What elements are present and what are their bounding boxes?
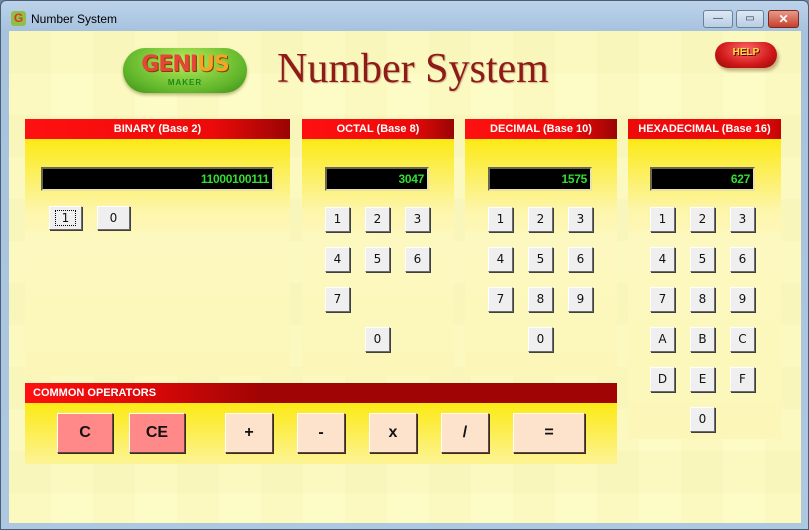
hex-key-3[interactable]: 3: [730, 207, 755, 232]
hex-key-8[interactable]: 8: [690, 287, 715, 312]
decimal-panel: DECIMAL (Base 10) 1575 1 2 3 4 5 6 7 8 9…: [465, 119, 617, 376]
multiply-button[interactable]: x: [369, 413, 417, 453]
operators-panel-title: COMMON OPERATORS: [25, 383, 617, 403]
hex-key-b[interactable]: B: [690, 327, 715, 352]
hexadecimal-display: 627: [650, 167, 755, 191]
binary-panel-title: BINARY (Base 2): [25, 119, 290, 139]
title-bar[interactable]: G Number System — ▭ ✕: [1, 1, 808, 31]
hex-key-d[interactable]: D: [650, 367, 675, 392]
octal-key-4[interactable]: 4: [325, 247, 350, 272]
decimal-key-0[interactable]: 0: [528, 327, 553, 352]
octal-display: 3047: [325, 167, 429, 191]
octal-key-7[interactable]: 7: [325, 287, 350, 312]
decimal-display: 1575: [488, 167, 592, 191]
clear-button[interactable]: C: [57, 413, 113, 453]
octal-key-6[interactable]: 6: [405, 247, 430, 272]
decimal-panel-title: DECIMAL (Base 10): [465, 119, 617, 139]
hex-key-4[interactable]: 4: [650, 247, 675, 272]
hex-key-f[interactable]: F: [730, 367, 755, 392]
hex-key-5[interactable]: 5: [690, 247, 715, 272]
decimal-key-3[interactable]: 3: [568, 207, 593, 232]
hex-key-2[interactable]: 2: [690, 207, 715, 232]
equals-button[interactable]: =: [513, 413, 585, 453]
logo-text-part2: US: [196, 52, 230, 77]
octal-key-0[interactable]: 0: [365, 327, 390, 352]
octal-key-1[interactable]: 1: [325, 207, 350, 232]
logo-text-part1: GENI: [141, 52, 198, 77]
genius-maker-logo: GENIUS MAKER: [123, 48, 247, 93]
client-area: GENIUS MAKER Number System HELP BINARY (…: [9, 31, 801, 523]
hex-key-c[interactable]: C: [730, 327, 755, 352]
octal-key-2[interactable]: 2: [365, 207, 390, 232]
divide-button[interactable]: /: [441, 413, 489, 453]
hex-key-0[interactable]: 0: [690, 407, 715, 432]
maximize-icon: ▭: [745, 13, 755, 24]
window-title: Number System: [31, 12, 118, 26]
decimal-key-5[interactable]: 5: [528, 247, 553, 272]
maximize-button[interactable]: ▭: [736, 10, 764, 28]
octal-key-3[interactable]: 3: [405, 207, 430, 232]
decimal-key-7[interactable]: 7: [488, 287, 513, 312]
hex-key-7[interactable]: 7: [650, 287, 675, 312]
plus-button[interactable]: +: [225, 413, 273, 453]
hex-key-1[interactable]: 1: [650, 207, 675, 232]
binary-key-1[interactable]: 1: [49, 206, 82, 230]
hexadecimal-panel: HEXADECIMAL (Base 16) 627 1 2 3 4 5 6 7 …: [628, 119, 781, 439]
decimal-key-6[interactable]: 6: [568, 247, 593, 272]
page-title: Number System: [277, 46, 549, 92]
clear-entry-button[interactable]: CE: [129, 413, 185, 453]
operators-panel: COMMON OPERATORS C CE + - x / =: [25, 383, 617, 464]
binary-display: 11000100111: [41, 167, 274, 191]
binary-panel: BINARY (Base 2) 11000100111 1 0: [25, 119, 290, 376]
hex-key-9[interactable]: 9: [730, 287, 755, 312]
hex-key-6[interactable]: 6: [730, 247, 755, 272]
minimize-button[interactable]: —: [703, 10, 733, 28]
octal-panel: OCTAL (Base 8) 3047 1 2 3 4 5 6 7 0: [302, 119, 454, 376]
hexadecimal-panel-title: HEXADECIMAL (Base 16): [628, 119, 781, 139]
app-window: G Number System — ▭ ✕ GENIUS MAKER Numbe…: [0, 0, 809, 530]
app-icon: G: [11, 11, 26, 26]
decimal-key-2[interactable]: 2: [528, 207, 553, 232]
close-icon: ✕: [778, 12, 789, 26]
octal-key-5[interactable]: 5: [365, 247, 390, 272]
hex-key-e[interactable]: E: [690, 367, 715, 392]
help-button[interactable]: HELP: [715, 42, 777, 68]
minus-button[interactable]: -: [297, 413, 345, 453]
minimize-icon: —: [713, 13, 723, 24]
decimal-key-4[interactable]: 4: [488, 247, 513, 272]
decimal-key-9[interactable]: 9: [568, 287, 593, 312]
binary-key-0[interactable]: 0: [97, 206, 130, 230]
hex-key-a[interactable]: A: [650, 327, 675, 352]
logo-subtext: MAKER: [167, 78, 203, 87]
close-button[interactable]: ✕: [768, 10, 799, 28]
decimal-key-8[interactable]: 8: [528, 287, 553, 312]
octal-panel-title: OCTAL (Base 8): [302, 119, 454, 139]
decimal-key-1[interactable]: 1: [488, 207, 513, 232]
